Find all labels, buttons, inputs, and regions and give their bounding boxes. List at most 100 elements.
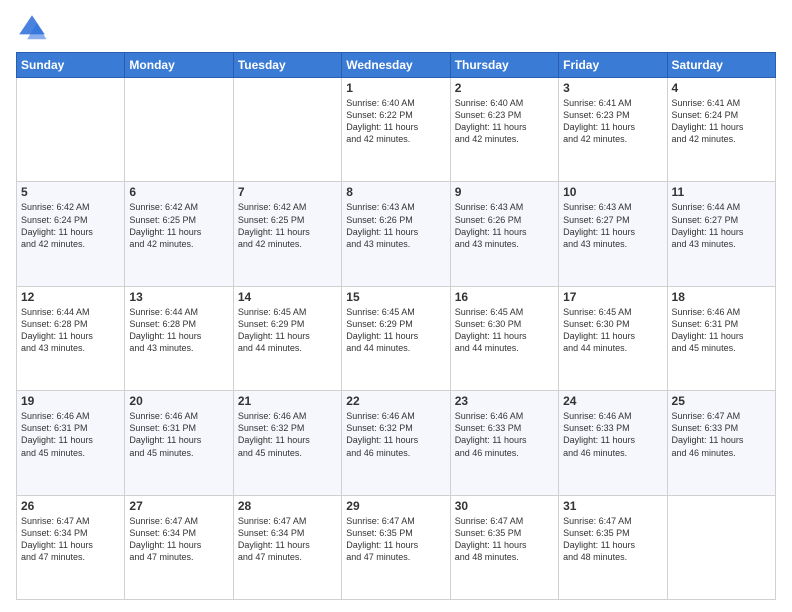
calendar-week-4: 19 Sunrise: 6:46 AM Sunset: 6:31 PM Dayli…: [17, 391, 776, 495]
day-info: Sunrise: 6:45 AM Sunset: 6:29 PM Dayligh…: [238, 306, 337, 355]
calendar: SundayMondayTuesdayWednesdayThursdayFrid…: [16, 52, 776, 600]
day-info: Sunrise: 6:43 AM Sunset: 6:26 PM Dayligh…: [455, 201, 554, 250]
day-info: Sunrise: 6:47 AM Sunset: 6:34 PM Dayligh…: [21, 515, 120, 564]
day-number: 10: [563, 185, 662, 199]
day-header-friday: Friday: [559, 53, 667, 78]
calendar-cell: 23Sunrise: 6:46 AM Sunset: 6:33 PM Dayli…: [450, 391, 558, 495]
day-header-thursday: Thursday: [450, 53, 558, 78]
day-info: Sunrise: 6:42 AM Sunset: 6:25 PM Dayligh…: [129, 201, 228, 250]
day-number: 3: [563, 81, 662, 95]
day-header-monday: Monday: [125, 53, 233, 78]
day-number: 25: [672, 394, 771, 408]
calendar-cell: 4Sunrise: 6:41 AM Sunset: 6:24 PM Daylig…: [667, 78, 775, 182]
day-number: 21: [238, 394, 337, 408]
day-number: 22: [346, 394, 445, 408]
calendar-cell: 6 Sunrise: 6:42 AM Sunset: 6:25 PM Daylig…: [125, 182, 233, 286]
day-info: Sunrise: 6:42 AM Sunset: 6:24 PM Dayligh…: [21, 201, 120, 250]
day-info: Sunrise: 6:46 AM Sunset: 6:32 PM Dayligh…: [346, 410, 445, 459]
calendar-cell: 3Sunrise: 6:41 AM Sunset: 6:23 PM Daylig…: [559, 78, 667, 182]
calendar-cell: [233, 78, 341, 182]
calendar-cell: 5 Sunrise: 6:42 AM Sunset: 6:24 PM Daylig…: [17, 182, 125, 286]
day-info: Sunrise: 6:47 AM Sunset: 6:35 PM Dayligh…: [455, 515, 554, 564]
day-info: Sunrise: 6:43 AM Sunset: 6:27 PM Dayligh…: [563, 201, 662, 250]
calendar-cell: 10 Sunrise: 6:43 AM Sunset: 6:27 PM Dayli…: [559, 182, 667, 286]
day-number: 24: [563, 394, 662, 408]
day-info: Sunrise: 6:47 AM Sunset: 6:33 PM Dayligh…: [672, 410, 771, 459]
calendar-cell: 2Sunrise: 6:40 AM Sunset: 6:23 PM Daylig…: [450, 78, 558, 182]
calendar-cell: 1Sunrise: 6:40 AM Sunset: 6:22 PM Daylig…: [342, 78, 450, 182]
day-number: 19: [21, 394, 120, 408]
calendar-cell: 28 Sunrise: 6:47 AM Sunset: 6:34 PM Dayli…: [233, 495, 341, 599]
day-info: Sunrise: 6:46 AM Sunset: 6:31 PM Dayligh…: [129, 410, 228, 459]
calendar-cell: 17 Sunrise: 6:45 AM Sunset: 6:30 PM Dayli…: [559, 286, 667, 390]
day-info: Sunrise: 6:44 AM Sunset: 6:27 PM Dayligh…: [672, 201, 771, 250]
day-number: 27: [129, 499, 228, 513]
day-number: 4: [672, 81, 771, 95]
day-number: 12: [21, 290, 120, 304]
calendar-cell: 11 Sunrise: 6:44 AM Sunset: 6:27 PM Dayli…: [667, 182, 775, 286]
calendar-cell: 22 Sunrise: 6:46 AM Sunset: 6:32 PM Dayli…: [342, 391, 450, 495]
calendar-cell: 12 Sunrise: 6:44 AM Sunset: 6:28 PM Dayli…: [17, 286, 125, 390]
day-number: 15: [346, 290, 445, 304]
page: SundayMondayTuesdayWednesdayThursdayFrid…: [0, 0, 792, 612]
day-number: 28: [238, 499, 337, 513]
day-number: 2: [455, 81, 554, 95]
day-number: 6: [129, 185, 228, 199]
calendar-cell: 24 Sunrise: 6:46 AM Sunset: 6:33 PM Dayli…: [559, 391, 667, 495]
calendar-cell: 18 Sunrise: 6:46 AM Sunset: 6:31 PM Dayli…: [667, 286, 775, 390]
day-number: 18: [672, 290, 771, 304]
calendar-cell: 7 Sunrise: 6:42 AM Sunset: 6:25 PM Daylig…: [233, 182, 341, 286]
day-info: Sunrise: 6:47 AM Sunset: 6:35 PM Dayligh…: [346, 515, 445, 564]
calendar-cell: 21 Sunrise: 6:46 AM Sunset: 6:32 PM Dayli…: [233, 391, 341, 495]
calendar-cell: 29 Sunrise: 6:47 AM Sunset: 6:35 PM Dayli…: [342, 495, 450, 599]
day-number: 5: [21, 185, 120, 199]
day-info: Sunrise: 6:47 AM Sunset: 6:34 PM Dayligh…: [129, 515, 228, 564]
day-number: 20: [129, 394, 228, 408]
day-number: 30: [455, 499, 554, 513]
day-info: Sunrise: 6:46 AM Sunset: 6:33 PM Dayligh…: [455, 410, 554, 459]
day-number: 1: [346, 81, 445, 95]
day-number: 9: [455, 185, 554, 199]
day-number: 17: [563, 290, 662, 304]
day-number: 29: [346, 499, 445, 513]
calendar-cell: 15 Sunrise: 6:45 AM Sunset: 6:29 PM Dayli…: [342, 286, 450, 390]
calendar-cell: 27 Sunrise: 6:47 AM Sunset: 6:34 PM Dayli…: [125, 495, 233, 599]
day-number: 11: [672, 185, 771, 199]
calendar-week-1: 1Sunrise: 6:40 AM Sunset: 6:22 PM Daylig…: [17, 78, 776, 182]
day-info: Sunrise: 6:47 AM Sunset: 6:34 PM Dayligh…: [238, 515, 337, 564]
calendar-week-2: 5 Sunrise: 6:42 AM Sunset: 6:24 PM Daylig…: [17, 182, 776, 286]
day-info: Sunrise: 6:45 AM Sunset: 6:30 PM Dayligh…: [455, 306, 554, 355]
day-number: 8: [346, 185, 445, 199]
calendar-cell: [667, 495, 775, 599]
day-info: Sunrise: 6:44 AM Sunset: 6:28 PM Dayligh…: [129, 306, 228, 355]
calendar-cell: 19Sunrise: 6:46 AM Sunset: 6:31 PM Dayli…: [17, 391, 125, 495]
day-number: 26: [21, 499, 120, 513]
day-header-tuesday: Tuesday: [233, 53, 341, 78]
calendar-week-5: 26 Sunrise: 6:47 AM Sunset: 6:34 PM Dayli…: [17, 495, 776, 599]
calendar-cell: [125, 78, 233, 182]
calendar-week-3: 12 Sunrise: 6:44 AM Sunset: 6:28 PM Dayli…: [17, 286, 776, 390]
header: [16, 12, 776, 44]
calendar-cell: 31 Sunrise: 6:47 AM Sunset: 6:35 PM Dayli…: [559, 495, 667, 599]
calendar-header-row: SundayMondayTuesdayWednesdayThursdayFrid…: [17, 53, 776, 78]
calendar-cell: [17, 78, 125, 182]
calendar-cell: 26 Sunrise: 6:47 AM Sunset: 6:34 PM Dayli…: [17, 495, 125, 599]
day-header-saturday: Saturday: [667, 53, 775, 78]
day-number: 7: [238, 185, 337, 199]
logo: [16, 12, 52, 44]
day-info: Sunrise: 6:43 AM Sunset: 6:26 PM Dayligh…: [346, 201, 445, 250]
day-info: Sunrise: 6:44 AM Sunset: 6:28 PM Dayligh…: [21, 306, 120, 355]
day-number: 13: [129, 290, 228, 304]
logo-icon: [16, 12, 48, 44]
day-info: Sunrise: 6:45 AM Sunset: 6:30 PM Dayligh…: [563, 306, 662, 355]
day-info: Sunrise: 6:46 AM Sunset: 6:31 PM Dayligh…: [672, 306, 771, 355]
day-info: Sunrise: 6:42 AM Sunset: 6:25 PM Dayligh…: [238, 201, 337, 250]
day-number: 14: [238, 290, 337, 304]
day-info: Sunrise: 6:45 AM Sunset: 6:29 PM Dayligh…: [346, 306, 445, 355]
day-info: Sunrise: 6:46 AM Sunset: 6:32 PM Dayligh…: [238, 410, 337, 459]
day-info: Sunrise: 6:47 AM Sunset: 6:35 PM Dayligh…: [563, 515, 662, 564]
day-number: 31: [563, 499, 662, 513]
calendar-cell: 14 Sunrise: 6:45 AM Sunset: 6:29 PM Dayli…: [233, 286, 341, 390]
calendar-cell: 16Sunrise: 6:45 AM Sunset: 6:30 PM Dayli…: [450, 286, 558, 390]
day-info: Sunrise: 6:46 AM Sunset: 6:33 PM Dayligh…: [563, 410, 662, 459]
